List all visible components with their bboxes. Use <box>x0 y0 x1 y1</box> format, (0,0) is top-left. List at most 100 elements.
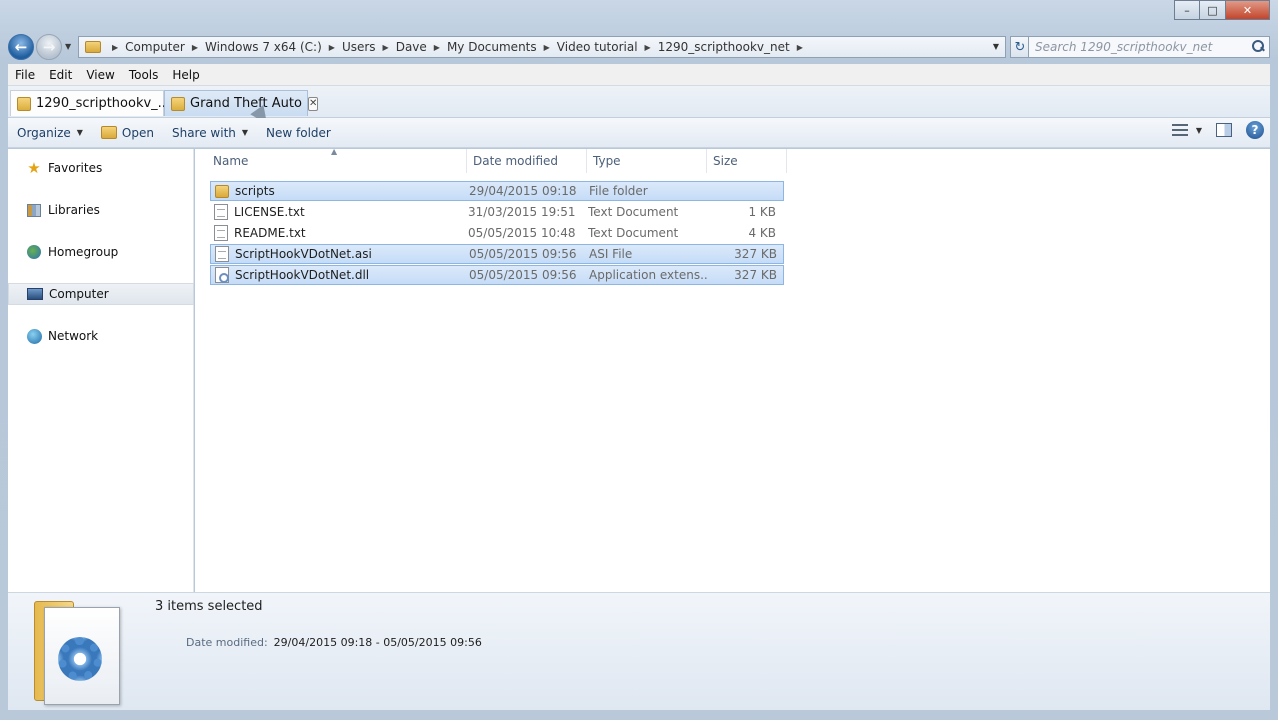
column-header-name[interactable]: Name ▲ <box>195 147 467 173</box>
tab-label: 1290_scripthookv_... <box>36 96 171 111</box>
organize-button[interactable]: Organize ▼ <box>8 121 92 145</box>
file-icon <box>215 246 229 262</box>
file-date: 05/05/2015 09:56 <box>469 247 577 261</box>
new-folder-label: New folder <box>266 125 331 140</box>
chevron-down-icon: ▼ <box>76 128 83 137</box>
new-folder-button[interactable]: New folder <box>257 121 340 145</box>
back-button[interactable]: ← <box>8 34 34 60</box>
menu-view[interactable]: View <box>79 68 121 82</box>
chevron-right-icon[interactable]: ▶ <box>329 43 335 52</box>
breadcrumb-dave[interactable]: Dave ▶ <box>396 40 447 54</box>
column-header-date[interactable]: Date modified <box>467 149 587 173</box>
folder-icon <box>171 96 185 111</box>
forward-button[interactable]: → <box>36 34 62 60</box>
table-row[interactable]: scripts 29/04/2015 09:18 File folder <box>210 181 784 201</box>
sidebar-item-label: Homegroup <box>48 245 119 259</box>
file-date: 29/04/2015 09:18 <box>469 184 577 198</box>
chevron-down-icon: ▼ <box>1195 125 1202 135</box>
date-modified-label: Date modified: <box>186 636 268 649</box>
breadcrumb-computer[interactable]: Computer ▶ <box>125 40 205 54</box>
sidebar-item-label: Computer <box>49 287 109 301</box>
close-tab-icon[interactable]: ✕ <box>307 96 319 111</box>
tab-bar: 1290_scripthookv_... Grand Theft Auto ✕ <box>8 86 1270 118</box>
back-arrow-icon: ← <box>14 38 28 56</box>
menu-tools[interactable]: Tools <box>122 68 166 82</box>
file-name: README.txt <box>234 226 306 240</box>
menu-edit[interactable]: Edit <box>42 68 79 82</box>
column-label: Name <box>213 154 249 168</box>
tab-scripthookv[interactable]: 1290_scripthookv_... <box>10 90 170 116</box>
folder-icon <box>215 184 229 198</box>
sidebar-item-computer[interactable]: Computer <box>8 283 194 305</box>
preview-pane-icon[interactable] <box>1216 123 1232 137</box>
chevron-right-icon[interactable]: ▶ <box>544 43 550 52</box>
file-type: ASI File <box>589 247 633 261</box>
recent-pages-dropdown[interactable]: ▼ <box>65 42 71 51</box>
selection-count: 3 items selected <box>155 599 263 614</box>
sidebar-item-label: Libraries <box>48 203 100 217</box>
minimize-button[interactable]: – <box>1174 0 1200 20</box>
forward-arrow-icon: → <box>42 38 56 56</box>
file-type: Application extens... <box>589 268 709 282</box>
refresh-button[interactable]: ↻ <box>1010 36 1030 58</box>
breadcrumb-drive[interactable]: Windows 7 x64 (C:) ▶ <box>205 40 342 54</box>
tab-grand-theft-auto[interactable]: Grand Theft Auto ✕ <box>164 90 319 116</box>
column-label: Size <box>713 154 738 168</box>
sidebar-item-libraries[interactable]: Libraries <box>8 199 194 221</box>
column-header-type[interactable]: Type <box>587 149 707 173</box>
menu-help[interactable]: Help <box>165 68 206 82</box>
sidebar-item-label: Network <box>48 329 99 343</box>
date-modified-value: 29/04/2015 09:18 - 05/05/2015 09:56 <box>273 636 482 649</box>
chevron-right-icon[interactable]: ▶ <box>797 43 803 52</box>
address-bar[interactable]: ▶ Computer ▶ Windows 7 x64 (C:) ▶ Users ▶ D… <box>78 36 1006 58</box>
chevron-right-icon[interactable]: ▶ <box>645 43 651 52</box>
close-button[interactable]: ✕ <box>1226 0 1270 20</box>
column-label: Type <box>593 154 621 168</box>
search-icon[interactable] <box>1252 40 1264 52</box>
multiple-files-icon <box>34 601 122 707</box>
views-icon <box>1171 124 1188 136</box>
chevron-right-icon[interactable]: ▶ <box>383 43 389 52</box>
sidebar-item-favorites[interactable]: ★ Favorites <box>8 157 194 179</box>
column-label: Date modified <box>473 154 559 168</box>
table-row[interactable]: README.txt 05/05/2015 10:48 Text Documen… <box>210 223 784 243</box>
file-name: ScriptHookVDotNet.dll <box>235 268 370 282</box>
file-date: 05/05/2015 10:48 <box>468 226 576 240</box>
sidebar-item-network[interactable]: Network <box>8 325 194 347</box>
chevron-down-icon: ▼ <box>241 128 249 137</box>
menu-file[interactable]: File <box>8 68 42 82</box>
maximize-button[interactable]: □ <box>1200 0 1226 20</box>
chevron-right-icon[interactable]: ▶ <box>192 43 198 52</box>
chevron-right-icon[interactable]: ▶ <box>434 43 440 52</box>
table-row[interactable]: ScriptHookVDotNet.asi 05/05/2015 09:56 A… <box>210 244 784 264</box>
text-file-icon <box>214 225 228 241</box>
open-label: Open <box>121 125 154 140</box>
breadcrumb-my-documents[interactable]: My Documents ▶ <box>447 40 557 54</box>
chevron-right-icon[interactable]: ▶ <box>112 43 118 52</box>
share-with-label: Share with <box>171 125 236 140</box>
column-header-size[interactable]: Size <box>707 149 787 173</box>
file-name: LICENSE.txt <box>234 205 305 219</box>
menu-bar: File Edit View Tools Help <box>8 64 1270 86</box>
star-icon: ★ <box>27 159 41 177</box>
change-view-button[interactable]: ▼ <box>1171 124 1202 136</box>
file-size: 327 KB <box>734 247 777 261</box>
caption-buttons: – □ ✕ <box>1174 0 1270 22</box>
maximize-icon: □ <box>1207 3 1218 17</box>
sidebar-item-homegroup[interactable]: Homegroup <box>8 241 194 263</box>
help-icon[interactable]: ? <box>1246 121 1264 139</box>
minimize-icon: – <box>1184 3 1190 17</box>
breadcrumb-video-tutorial[interactable]: Video tutorial ▶ <box>557 40 658 54</box>
open-button[interactable]: Open <box>92 121 163 145</box>
breadcrumb-users[interactable]: Users ▶ <box>342 40 396 54</box>
organize-label: Organize <box>17 125 71 140</box>
table-row[interactable]: ScriptHookVDotNet.dll 05/05/2015 09:56 A… <box>210 265 784 285</box>
share-with-button[interactable]: Share with ▼ <box>163 121 257 145</box>
address-history-dropdown[interactable]: ▼ <box>993 42 999 51</box>
file-list: Name ▲ Date modified Type Size scripts 2… <box>195 147 1270 592</box>
file-name: scripts <box>235 184 275 198</box>
computer-icon <box>27 288 43 300</box>
table-row[interactable]: LICENSE.txt 31/03/2015 19:51 Text Docume… <box>210 202 784 222</box>
breadcrumb-current-folder[interactable]: 1290_scripthookv_net ▶ <box>658 40 810 54</box>
search-input[interactable]: Search 1290_scripthookv_net <box>1028 36 1270 58</box>
